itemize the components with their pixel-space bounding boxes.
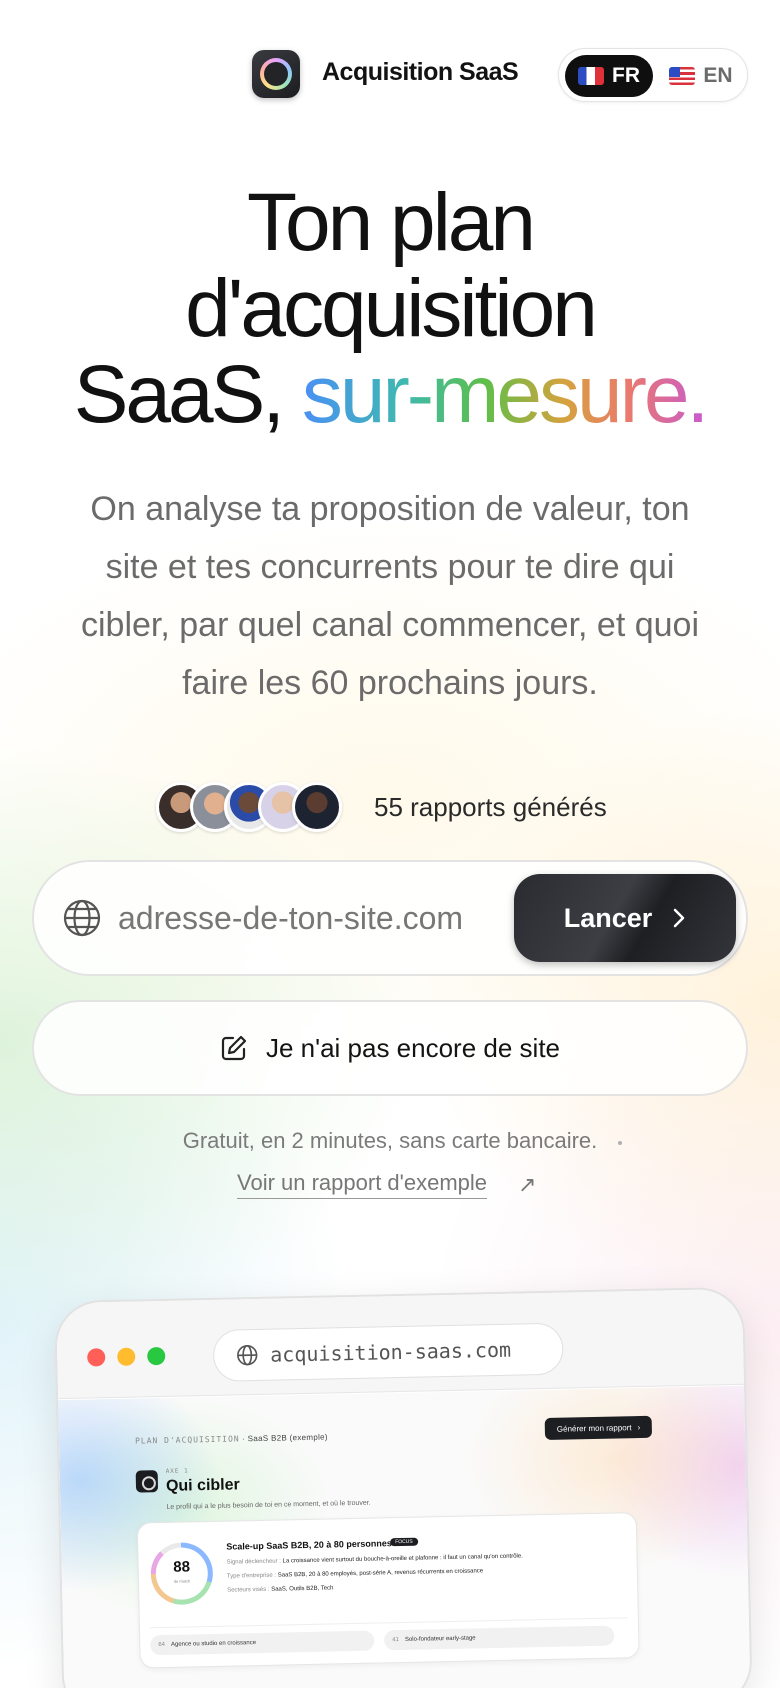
segment-row: Secteurs visés : SaaS, Outils B2B, Tech	[227, 1585, 334, 1594]
browser-address-bar: acquisition-saas.com	[212, 1322, 564, 1382]
target-icon	[135, 1470, 159, 1493]
reports-count: 55 rapports générés	[374, 792, 607, 822]
browser-address-text: acquisition-saas.com	[269, 1337, 512, 1367]
minimize-dot-icon	[117, 1347, 136, 1366]
step-label: AXE 1	[165, 1467, 189, 1475]
globe-icon	[237, 1345, 258, 1366]
segment-chip: 41 Solo-fondateur early-stage	[384, 1625, 615, 1651]
chevron-right-icon	[674, 908, 685, 928]
lang-fr-button[interactable]: FR	[565, 55, 653, 97]
avatar	[292, 782, 342, 832]
us-flag-icon	[669, 67, 696, 85]
launch-button[interactable]: Lancer	[514, 874, 736, 962]
segment-card: 88 de match Scale-up SaaS B2B, 20 à 80 p…	[136, 1512, 640, 1669]
hero-subtitle: On analyse ta proposition de valeur, ton…	[80, 490, 699, 702]
lang-fr-label: FR	[612, 64, 640, 87]
segment-row: Type d'entreprise : SaaS B2B, 20 à 80 em…	[226, 1568, 484, 1580]
url-form: Lancer	[32, 860, 748, 976]
lang-en-button[interactable]: EN	[659, 55, 743, 97]
arrow-up-right-icon: ↗	[518, 1172, 537, 1197]
segment-row: Signal déclencheur : La croissance vient…	[226, 1553, 523, 1566]
hero-title-line3: SaaS,	[73, 349, 285, 440]
browser-chrome: acquisition-saas.com	[56, 1288, 744, 1400]
language-switch: FR EN	[558, 48, 748, 102]
no-site-label: Je n'ai pas encore de site	[265, 1032, 561, 1063]
maximize-dot-icon	[147, 1346, 166, 1366]
preview-content: PLAN D'ACQUISITION · SaaS B2B (exemple) …	[58, 1385, 751, 1688]
edit-pencil-icon	[221, 1035, 247, 1061]
step-description: Le profil qui a le plus besoin de toi en…	[166, 1499, 371, 1511]
chevron-right-icon: ›	[637, 1422, 641, 1432]
example-report-link[interactable]: Voir un rapport d'exemple	[237, 1170, 488, 1199]
preview-breadcrumb: PLAN D'ACQUISITION · SaaS B2B (exemple)	[134, 1432, 328, 1446]
globe-icon	[63, 899, 101, 937]
separator-dot	[618, 1141, 622, 1145]
brand-name[interactable]: Acquisition SaaS	[322, 58, 519, 87]
hero-title: Ton plan d'acquisition SaaS, sur-mesure.	[0, 180, 780, 438]
top-header: Acquisition SaaS FR EN	[0, 48, 780, 102]
report-preview-window: acquisition-saas.com PLAN D'ACQUISITION …	[54, 1286, 753, 1688]
lang-en-label: EN	[703, 64, 733, 87]
hero-title-line1: Ton plan	[246, 177, 536, 268]
launch-button-label: Lancer	[563, 902, 653, 933]
hero-title-accent: sur-mesure.	[301, 349, 709, 440]
focus-badge: FOCUS	[390, 1537, 418, 1547]
no-site-button[interactable]: Je n'ai pas encore de site	[32, 1000, 748, 1096]
match-score-value: 88	[173, 1558, 191, 1576]
france-flag-icon	[578, 67, 604, 85]
social-proof: 55 rapports générés	[156, 782, 636, 832]
preview-generate-button: Générer mon rapport ›	[544, 1415, 653, 1440]
segment-chip: 64 Agence ou studio en croissance	[150, 1630, 375, 1656]
step-title: Qui cibler	[165, 1476, 240, 1495]
brand-logo-icon[interactable]	[252, 50, 300, 98]
pricing-note: Gratuit, en 2 minutes, sans carte bancai…	[182, 1128, 598, 1153]
website-url-input[interactable]	[118, 896, 498, 940]
hero-title-line2: d'acquisition	[185, 263, 598, 354]
close-dot-icon	[87, 1348, 106, 1367]
segment-title: Scale-up SaaS B2B, 20 à 80 personnes	[226, 1538, 392, 1552]
